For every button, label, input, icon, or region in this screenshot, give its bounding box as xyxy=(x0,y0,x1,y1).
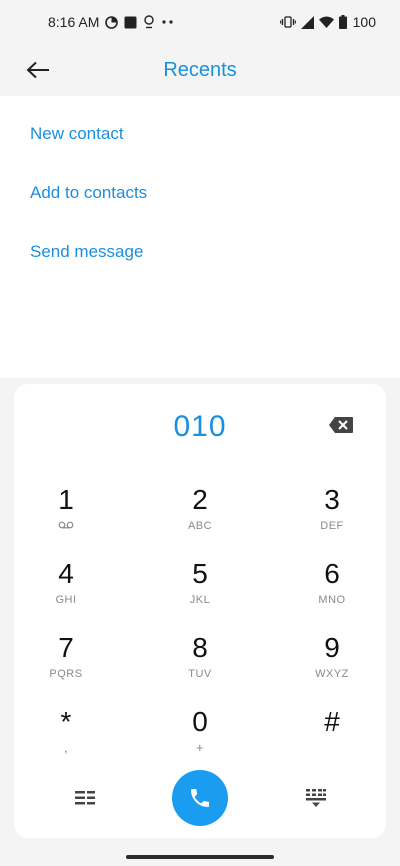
cellular-signal-icon xyxy=(300,15,314,29)
key-digit: 3 xyxy=(324,484,340,515)
more-dots-icon xyxy=(161,19,175,25)
dial-key-7[interactable]: 7 PQRS xyxy=(11,632,121,698)
key-digit: 4 xyxy=(58,558,74,589)
key-letters: WXYZ xyxy=(315,668,349,680)
number-actions-panel: New contact Add to contacts Send message xyxy=(0,96,400,378)
new-contact-action[interactable]: New contact xyxy=(30,124,124,144)
vibrate-icon xyxy=(279,16,296,28)
app-header: Recents xyxy=(0,44,400,96)
add-to-contacts-action[interactable]: Add to contacts xyxy=(30,183,147,203)
key-letters: DEF xyxy=(320,520,344,532)
battery-icon xyxy=(338,15,347,29)
key-letters: TUV xyxy=(188,668,212,680)
dial-key-1[interactable]: 1 xyxy=(11,484,121,550)
dial-key-6[interactable]: 6 MNO xyxy=(277,558,387,624)
key-digit: 0 xyxy=(192,706,208,737)
key-symbol: , xyxy=(63,740,69,755)
dial-key-9[interactable]: 9 WXYZ xyxy=(277,632,387,698)
key-digit: 7 xyxy=(58,632,74,663)
key-letters: JKL xyxy=(189,594,211,606)
back-button[interactable] xyxy=(22,56,54,84)
phone-icon xyxy=(191,789,209,807)
dialpad-card: 010 1 2 ABC 3 DEF 4 GHI 5 JKL 6 MNO 7 PQ… xyxy=(14,384,386,838)
key-digit: 6 xyxy=(324,558,340,589)
key-symbol: + xyxy=(195,740,205,755)
hide-dialpad-button[interactable] xyxy=(298,784,334,812)
dial-key-2[interactable]: 2 ABC xyxy=(145,484,255,550)
status-bar-left: 8:16 AM xyxy=(48,14,175,30)
dial-key-5[interactable]: 5 JKL xyxy=(145,558,255,624)
status-time: 8:16 AM xyxy=(48,14,100,30)
key-digit: 8 xyxy=(192,632,208,663)
send-message-action[interactable]: Send message xyxy=(30,242,143,262)
status-bar-right: 100 xyxy=(279,14,376,30)
call-button[interactable] xyxy=(172,770,228,826)
square-notification-icon xyxy=(124,16,137,29)
dialpad-menu-button[interactable] xyxy=(67,784,103,812)
dial-key-3[interactable]: 3 DEF xyxy=(277,484,387,550)
key-digit: 1 xyxy=(58,484,74,515)
backspace-icon xyxy=(329,417,353,433)
arrow-left-icon xyxy=(26,61,49,79)
page-title: Recents xyxy=(163,58,237,81)
dial-key-0[interactable]: 0 + xyxy=(145,706,255,772)
backspace-button[interactable] xyxy=(328,416,354,434)
key-digit: 9 xyxy=(324,632,340,663)
wifi-icon xyxy=(318,16,334,28)
hide-dialpad-icon xyxy=(306,789,326,807)
data-saver-icon xyxy=(105,15,119,29)
dial-key-hash[interactable]: # xyxy=(277,706,387,772)
key-digit: # xyxy=(324,706,340,737)
location-pin-icon xyxy=(143,15,155,29)
key-letters: GHI xyxy=(55,594,77,606)
key-digit: 5 xyxy=(192,558,208,589)
key-letters: PQRS xyxy=(49,668,83,680)
status-bar: 8:16 AM 100 xyxy=(0,0,400,44)
dial-key-4[interactable]: 4 GHI xyxy=(11,558,121,624)
key-digit: 2 xyxy=(192,484,208,515)
menu-list-icon xyxy=(75,791,95,805)
battery-level: 100 xyxy=(352,14,376,30)
voicemail-icon xyxy=(11,520,121,532)
key-letters: MNO xyxy=(318,594,346,606)
key-letters: ABC xyxy=(187,520,213,532)
key-digit: * xyxy=(60,706,72,737)
dial-key-8[interactable]: 8 TUV xyxy=(145,632,255,698)
gesture-navigation-bar[interactable] xyxy=(126,855,274,859)
dial-key-star[interactable]: * , xyxy=(11,706,121,772)
